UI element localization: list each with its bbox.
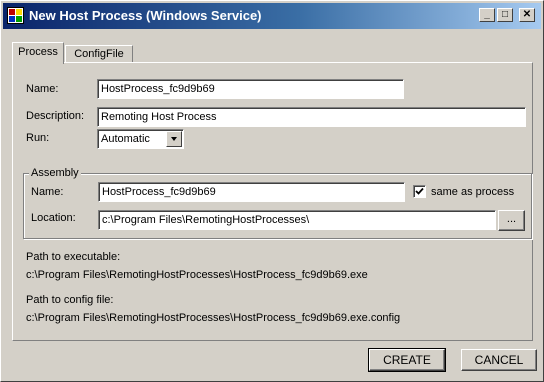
close-button[interactable]: ✕ [519, 8, 535, 22]
dialog-window: New Host Process (Windows Service) _ □ ✕… [0, 0, 544, 382]
chevron-down-icon[interactable] [166, 131, 182, 147]
tab-process-label: Process [18, 46, 58, 58]
assembly-name-label: Name: [31, 186, 64, 198]
run-mode-value: Automatic [101, 133, 150, 145]
assembly-group-title: Assembly [29, 167, 81, 179]
assembly-name-input[interactable]: HostProcess_fc9d9b69 [98, 182, 405, 202]
same-as-process-checkbox[interactable] [413, 185, 426, 198]
tab-configfile[interactable]: ConfigFile [65, 45, 133, 63]
tab-process[interactable]: Process [12, 42, 64, 64]
maximize-button[interactable]: □ [497, 8, 513, 22]
config-path-value: c:\Program Files\RemotingHostProcesses\H… [26, 312, 401, 324]
process-description-input[interactable]: Remoting Host Process [97, 107, 526, 127]
location-input[interactable]: c:\Program Files\RemotingHostProcesses\ [98, 210, 496, 230]
executable-path-value: c:\Program Files\RemotingHostProcesses\H… [26, 269, 368, 281]
process-name-label: Name: [26, 83, 59, 95]
title-bar[interactable]: New Host Process (Windows Service) _ □ ✕ [3, 3, 541, 29]
close-icon: ✕ [522, 9, 532, 20]
process-name-input[interactable]: HostProcess_fc9d9b69 [97, 79, 404, 99]
maximize-icon: □ [501, 9, 509, 20]
app-icon [7, 7, 24, 24]
location-label: Location: [31, 212, 76, 224]
browse-button[interactable]: ... [498, 210, 525, 231]
run-mode-select[interactable]: Automatic [97, 129, 184, 149]
minimize-button[interactable]: _ [479, 8, 495, 22]
window-title: New Host Process (Windows Service) [29, 8, 262, 23]
cancel-button[interactable]: CANCEL [461, 349, 537, 371]
config-path-label: Path to config file: [26, 294, 114, 306]
same-as-process-label: same as process [431, 186, 515, 198]
process-description-label: Description: [26, 110, 85, 122]
create-button[interactable]: CREATE [368, 348, 446, 372]
executable-path-label: Path to executable: [26, 251, 121, 263]
run-mode-label: Run: [26, 132, 50, 144]
tab-configfile-label: ConfigFile [74, 48, 124, 60]
minimize-icon: _ [484, 9, 490, 20]
checkmark-icon [415, 187, 424, 195]
